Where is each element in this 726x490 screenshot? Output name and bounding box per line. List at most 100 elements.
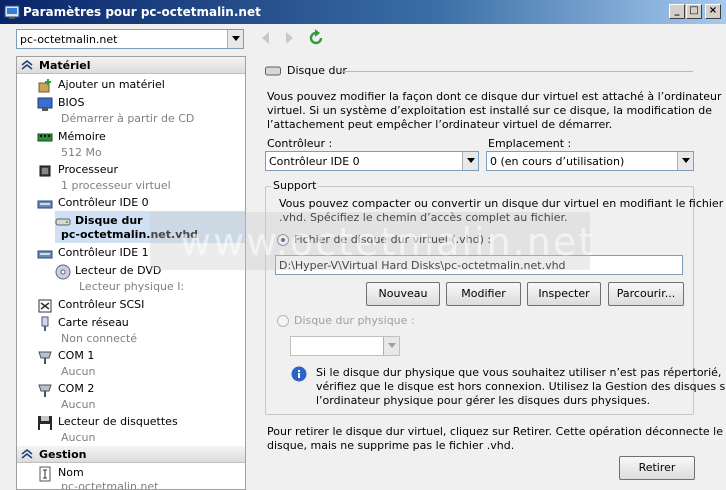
sidebar-item-name[interactable]: Nom pc-octetmalin.net (17, 464, 245, 490)
sidebar-item-com2[interactable]: COM 2 Aucun (17, 380, 245, 413)
sidebar-item-detail: Aucun (61, 431, 96, 444)
panel-title: Disque dur (287, 64, 347, 77)
sidebar-item-label: COM 1 (58, 349, 95, 362)
sidebar-item-hard-disk[interactable]: Disque dur pc-octetmalin.net.vhd (17, 212, 245, 243)
sidebar-item-detail: 1 processeur virtuel (61, 179, 171, 192)
support-text-line2: .vhd. Spécifiez le chemin d’accès comple… (279, 211, 568, 224)
sidebar-item-ide-controller-1[interactable]: Contrôleur IDE 1 (17, 244, 245, 262)
controller-select[interactable]: Contrôleur IDE 0 (265, 151, 479, 171)
sidebar-item-label: Disque dur (75, 214, 143, 227)
sidebar-item-memory[interactable]: Mémoire 512 Mo (17, 128, 245, 161)
hardware-section-header[interactable]: Matériel (17, 57, 245, 74)
sidebar-item-dvd-drive[interactable]: Lecteur de DVD Lecteur physique I: (17, 262, 245, 296)
sidebar-item-detail: Lecteur physique I: (79, 280, 185, 293)
toolbar: pc-octetmalin.net (0, 24, 726, 56)
sidebar-item-detail: pc-octetmalin.net (61, 480, 159, 490)
sidebar-item-label: BIOS (58, 96, 85, 109)
floppy-disk-icon (38, 416, 52, 430)
inspect-button[interactable]: Inspecter (527, 282, 601, 306)
vm-selector-value: pc-octetmalin.net (20, 33, 118, 46)
collapse-chevron-icon (21, 449, 33, 459)
minimize-button[interactable]: _ (669, 4, 685, 19)
serial-port-icon (38, 351, 52, 364)
physical-disk-radio-label: Disque dur physique : (294, 314, 415, 327)
sidebar-item-label: Processeur (58, 163, 118, 176)
sidebar-item-processor[interactable]: Processeur 1 processeur virtuel (17, 161, 245, 194)
sidebar-item-detail: Aucun (61, 398, 96, 411)
bios-icon (37, 97, 53, 111)
chevron-down-icon[interactable] (227, 30, 243, 48)
chevron-down-icon[interactable] (462, 152, 478, 170)
info-text-line3: l’ordinateur physique pour gérer les dis… (316, 394, 651, 407)
physical-disk-radio[interactable] (277, 315, 289, 327)
intro-text-line2: virtuel. Si un système d’exploitation es… (267, 104, 713, 117)
vhd-path-input[interactable] (275, 255, 683, 275)
vhd-file-radio-label: Fichier de disque dur virtuel (.vhd) : (294, 233, 492, 246)
maximize-button[interactable]: □ (686, 4, 702, 19)
remove-button[interactable]: Retirer (619, 456, 695, 480)
settings-tree: Matériel Ajouter un matériel BIOS Démarr… (16, 56, 246, 490)
support-group-title: Support (271, 179, 319, 193)
location-label: Emplacement : (488, 137, 572, 150)
scsi-controller-icon (38, 299, 52, 313)
dvd-drive-icon (55, 264, 71, 280)
sidebar-item-detail: Aucun (61, 365, 96, 378)
info-icon (291, 366, 307, 382)
sidebar-item-label: Contrôleur IDE 1 (58, 246, 149, 259)
management-section-header[interactable]: Gestion (17, 446, 245, 463)
physical-disk-select[interactable] (290, 336, 400, 356)
sidebar-item-detail: pc-octetmalin.net.vhd (61, 228, 199, 241)
ide-controller-icon (37, 200, 53, 209)
sidebar-item-bios[interactable]: BIOS Démarrer à partir de CD (17, 94, 245, 128)
hard-disk-icon (265, 66, 281, 76)
settings-panel: Disque dur Vous pouvez modifier la façon… (253, 56, 726, 490)
name-icon (39, 466, 51, 482)
sidebar-item-label: Ajouter un matériel (58, 78, 165, 91)
sidebar-item-detail: Démarrer à partir de CD (61, 112, 195, 125)
intro-text-line1: Vous pouvez modifier la façon dont ce di… (267, 90, 722, 103)
sidebar-item-scsi-controller[interactable]: Contrôleur SCSI (17, 296, 245, 314)
title-bar: Paramètres pour pc-octetmalin.net _ □ × (0, 0, 726, 24)
location-select-value: 0 (en cours d’utilisation) (490, 155, 625, 168)
sidebar-item-label: Mémoire (58, 130, 106, 143)
sidebar-item-add-hardware[interactable]: Ajouter un matériel (17, 76, 245, 94)
chevron-down-icon[interactable] (677, 152, 693, 170)
chevron-down-icon[interactable] (383, 337, 399, 355)
sidebar-item-ide-controller-0[interactable]: Contrôleur IDE 0 (17, 194, 245, 212)
ide-controller-icon (37, 250, 53, 259)
forward-arrow-icon[interactable] (281, 30, 297, 46)
edit-button[interactable]: Modifier (446, 282, 521, 306)
vm-selector[interactable]: pc-octetmalin.net (16, 29, 244, 49)
controller-label: Contrôleur : (267, 137, 333, 150)
intro-text-line3: l’attachement peut empêcher l’ordinateur… (267, 118, 613, 131)
back-arrow-icon[interactable] (258, 30, 274, 46)
refresh-icon[interactable] (307, 29, 325, 47)
sidebar-item-floppy-drive[interactable]: Lecteur de disquettes Aucun (17, 413, 245, 446)
hardware-section-label: Matériel (39, 59, 91, 72)
window-title: Paramètres pour pc-octetmalin.net (23, 5, 261, 19)
info-text-line2: vérifiez que le disque est hors connexio… (316, 380, 726, 393)
close-button[interactable]: × (705, 4, 721, 19)
collapse-chevron-icon (21, 60, 33, 70)
sidebar-item-label: COM 2 (58, 382, 95, 395)
sidebar-item-label: Carte réseau (58, 316, 129, 329)
sidebar-item-detail: 512 Mo (61, 146, 102, 159)
location-select[interactable]: 0 (en cours d’utilisation) (486, 151, 694, 171)
settings-window-icon (4, 5, 20, 19)
controller-select-value: Contrôleur IDE 0 (269, 155, 360, 168)
management-section-label: Gestion (39, 448, 87, 461)
vhd-path-field[interactable] (276, 256, 682, 274)
serial-port-icon (38, 384, 52, 397)
vhd-file-radio[interactable] (277, 234, 289, 246)
sidebar-item-label: Lecteur de DVD (75, 264, 162, 277)
sidebar-item-network-adapter[interactable]: Carte réseau Non connecté (17, 314, 245, 347)
processor-icon (39, 165, 51, 177)
new-button[interactable]: Nouveau (366, 282, 440, 306)
browse-button[interactable]: Parcourir... (608, 282, 684, 306)
add-hardware-icon (38, 79, 51, 93)
sidebar-item-com1[interactable]: COM 1 Aucun (17, 347, 245, 380)
network-adapter-icon (41, 316, 49, 331)
support-text-line1: Vous pouvez compacter ou convertir un di… (279, 197, 724, 210)
sidebar-item-label: Contrôleur IDE 0 (58, 196, 149, 209)
remove-text-line1: Pour retirer le disque dur virtuel, cliq… (267, 425, 723, 438)
